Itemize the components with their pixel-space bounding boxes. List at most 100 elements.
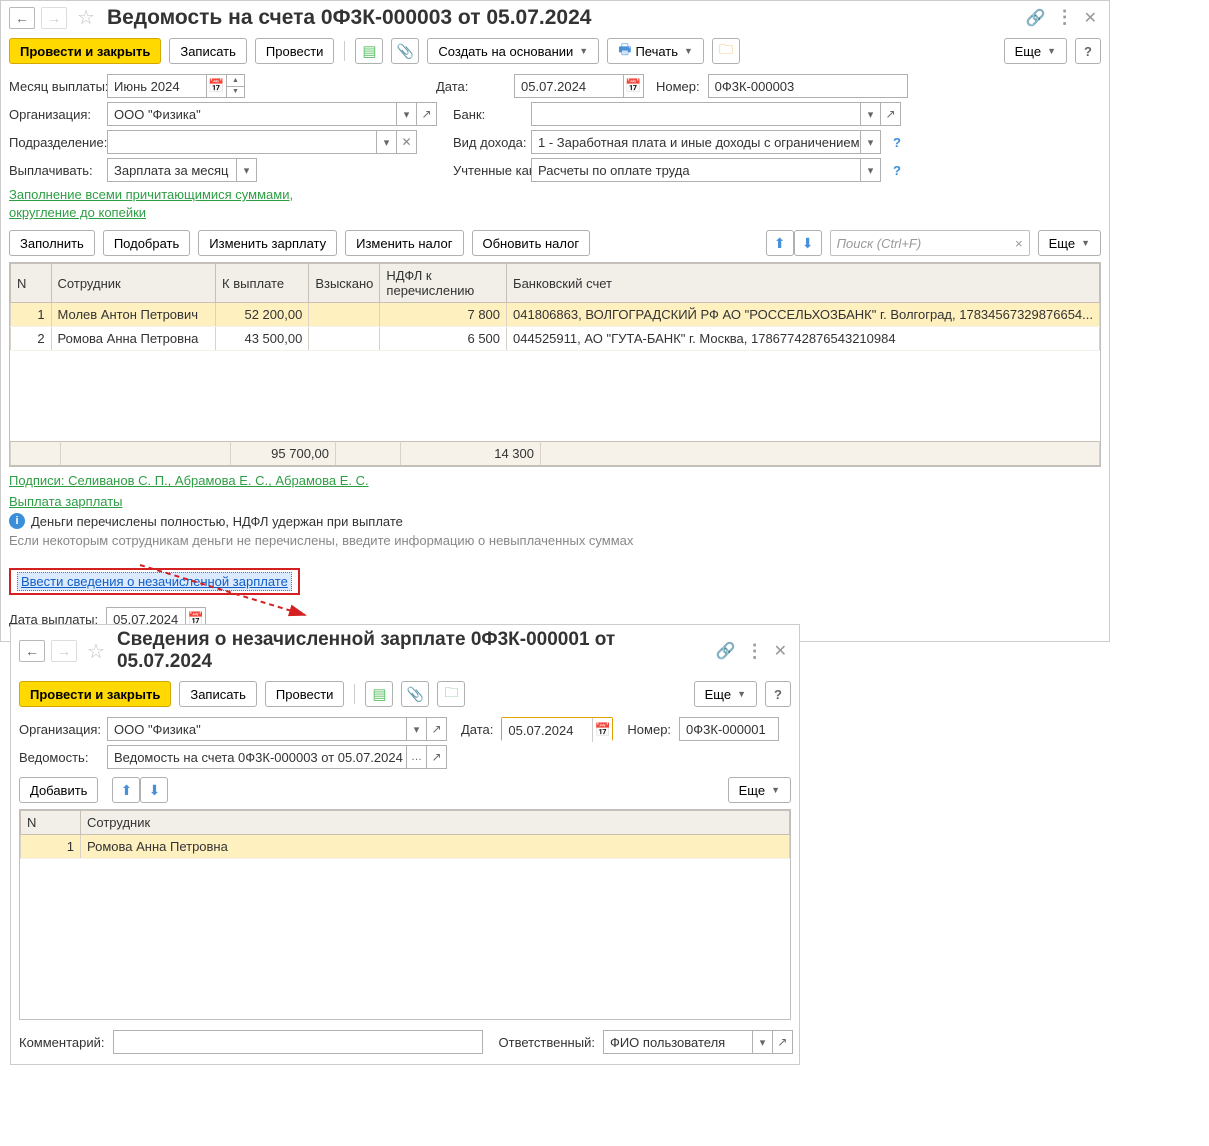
open-button[interactable]: ↗ bbox=[773, 1030, 793, 1054]
spinner-up-icon[interactable]: ▲ bbox=[227, 75, 244, 87]
org-input[interactable]: ООО "Физика" bbox=[107, 717, 407, 741]
open-button[interactable]: ↗ bbox=[427, 717, 447, 741]
pay-input[interactable]: Зарплата за месяц bbox=[107, 158, 237, 182]
move-down-button[interactable]: ⬇ bbox=[140, 777, 168, 803]
clear-search-icon[interactable]: × bbox=[1015, 236, 1023, 251]
payment-section-link[interactable]: Выплата зарплаты bbox=[9, 494, 123, 509]
month-input[interactable]: Июнь 2024 bbox=[107, 74, 207, 98]
nav-back-button[interactable]: ← bbox=[9, 7, 35, 29]
folder-button[interactable]: 🗀 bbox=[437, 681, 465, 707]
dropdown-button[interactable]: ▾ bbox=[861, 158, 881, 182]
link-icon[interactable]: 🔗 bbox=[716, 641, 736, 661]
dropdown-button[interactable]: ▾ bbox=[397, 102, 417, 126]
more-vertical-icon[interactable]: ⋮ bbox=[1056, 7, 1074, 28]
sheet-input[interactable]: Ведомость на счета 0Ф3К-000003 от 05.07.… bbox=[107, 745, 407, 769]
col-emp[interactable]: Сотрудник bbox=[51, 264, 215, 303]
help-question-icon[interactable]: ? bbox=[893, 163, 901, 178]
close-icon[interactable]: ✕ bbox=[1084, 8, 1097, 28]
bank-input[interactable] bbox=[531, 102, 861, 126]
dropdown-button[interactable]: ▾ bbox=[753, 1030, 773, 1054]
add-button[interactable]: Добавить bbox=[19, 777, 98, 803]
number-input[interactable]: 0Ф3К-000001 bbox=[679, 717, 779, 741]
spinner-down-icon[interactable]: ▼ bbox=[227, 87, 244, 98]
search-input[interactable]: Поиск (Ctrl+F) × bbox=[830, 230, 1030, 256]
post-button[interactable]: Провести bbox=[255, 38, 335, 64]
more-dropdown[interactable]: Еще▼ bbox=[694, 681, 757, 707]
change-salary-button[interactable]: Изменить зарплату bbox=[198, 230, 337, 256]
create-based-dropdown[interactable]: Создать на основании▼ bbox=[427, 38, 599, 64]
comment-input[interactable] bbox=[113, 1030, 483, 1054]
help-button[interactable]: ? bbox=[1075, 38, 1101, 64]
account-input[interactable]: Расчеты по оплате труда bbox=[531, 158, 861, 182]
signatures-link[interactable]: Подписи: Селиванов С. П., Абрамова Е. С.… bbox=[9, 473, 369, 488]
number-input[interactable]: 0Ф3К-000003 bbox=[708, 74, 908, 98]
org-input[interactable]: ООО "Физика" bbox=[107, 102, 397, 126]
move-down-button[interactable]: ⬇ bbox=[794, 230, 822, 256]
nav-forward-button[interactable]: → bbox=[41, 7, 67, 29]
pick-button[interactable]: Подобрать bbox=[103, 230, 190, 256]
help-question-icon[interactable]: ? bbox=[893, 135, 901, 150]
print-dropdown[interactable]: 🖶Печать▼ bbox=[607, 38, 704, 64]
more-dropdown[interactable]: Еще▼ bbox=[1004, 38, 1067, 64]
change-tax-button[interactable]: Изменить налог bbox=[345, 230, 463, 256]
date-input[interactable]: 05.07.2024 bbox=[502, 718, 592, 742]
clear-button[interactable]: ✕ bbox=[397, 130, 417, 154]
select-button[interactable]: … bbox=[407, 745, 427, 769]
close-icon[interactable]: ✕ bbox=[774, 641, 787, 661]
table-more-dropdown[interactable]: Еще▼ bbox=[1038, 230, 1101, 256]
open-button[interactable]: ↗ bbox=[427, 745, 447, 769]
income-input[interactable]: 1 - Заработная плата и иные доходы с огр… bbox=[531, 130, 861, 154]
dropdown-button[interactable]: ▾ bbox=[861, 102, 881, 126]
help-button[interactable]: ? bbox=[765, 681, 791, 707]
fill-button[interactable]: Заполнить bbox=[9, 230, 95, 256]
folder-button[interactable]: 🗀 bbox=[712, 38, 740, 64]
open-button[interactable]: ↗ bbox=[417, 102, 437, 126]
save-button[interactable]: Записать bbox=[169, 38, 247, 64]
dept-input[interactable] bbox=[107, 130, 377, 154]
enter-unpaid-info-link[interactable]: Ввести сведения о незачисленной зарплате bbox=[17, 572, 292, 591]
move-up-button[interactable]: ⬆ bbox=[112, 777, 140, 803]
move-up-button[interactable]: ⬆ bbox=[766, 230, 794, 256]
calendar-button[interactable]: 📅 bbox=[624, 74, 644, 98]
month-spinner[interactable]: ▲▼ bbox=[227, 74, 245, 98]
save-button[interactable]: Записать bbox=[179, 681, 257, 707]
col-emp[interactable]: Сотрудник bbox=[81, 811, 790, 835]
responsible-input[interactable]: ФИО пользователя bbox=[603, 1030, 753, 1054]
col-n[interactable]: N bbox=[21, 811, 81, 835]
col-pay[interactable]: К выплате bbox=[216, 264, 309, 303]
dropdown-button[interactable]: ▾ bbox=[377, 130, 397, 154]
nav-forward-button[interactable]: → bbox=[51, 640, 77, 662]
col-bank-account[interactable]: Банковский счет bbox=[507, 264, 1100, 303]
open-button[interactable]: ↗ bbox=[881, 102, 901, 126]
post-button[interactable]: Провести bbox=[265, 681, 345, 707]
document-icon-button[interactable]: ▤ bbox=[365, 681, 393, 707]
post-and-close-button[interactable]: Провести и закрыть bbox=[19, 681, 171, 707]
document-icon-button[interactable]: ▤ bbox=[355, 38, 383, 64]
update-tax-button[interactable]: Обновить налог bbox=[472, 230, 591, 256]
col-n[interactable]: N bbox=[11, 264, 52, 303]
attachment-button[interactable]: 📎 bbox=[391, 38, 419, 64]
date-label: Дата: bbox=[436, 79, 506, 94]
more-vertical-icon[interactable]: ⋮ bbox=[746, 641, 764, 662]
link-icon[interactable]: 🔗 bbox=[1026, 8, 1046, 28]
date-input[interactable]: 05.07.2024 bbox=[514, 74, 624, 98]
dropdown-button[interactable]: ▾ bbox=[407, 717, 427, 741]
calendar-button[interactable]: 📅 bbox=[207, 74, 227, 98]
calendar-button[interactable]: 📅 bbox=[592, 718, 612, 742]
favorite-star-icon[interactable]: ☆ bbox=[77, 5, 95, 30]
cell-n: 2 bbox=[11, 327, 52, 351]
table-row[interactable]: 1 Ромова Анна Петровна bbox=[21, 835, 790, 859]
dropdown-button[interactable]: ▾ bbox=[237, 158, 257, 182]
table-row[interactable]: 1 Молев Антон Петрович 52 200,00 7 800 0… bbox=[11, 303, 1100, 327]
attachment-button[interactable]: 📎 bbox=[401, 681, 429, 707]
date-label: Дата: bbox=[461, 722, 493, 737]
fill-settings-link[interactable]: Заполнение всеми причитающимися суммами,… bbox=[9, 186, 349, 222]
nav-back-button[interactable]: ← bbox=[19, 640, 45, 662]
dropdown-button[interactable]: ▾ bbox=[861, 130, 881, 154]
favorite-star-icon[interactable]: ☆ bbox=[87, 639, 105, 664]
table-row[interactable]: 2 Ромова Анна Петровна 43 500,00 6 500 0… bbox=[11, 327, 1100, 351]
post-and-close-button[interactable]: Провести и закрыть bbox=[9, 38, 161, 64]
table-more-dropdown[interactable]: Еще▼ bbox=[728, 777, 791, 803]
col-collected[interactable]: Взыскано bbox=[309, 264, 380, 303]
col-ndfl[interactable]: НДФЛ к перечислению bbox=[380, 264, 507, 303]
